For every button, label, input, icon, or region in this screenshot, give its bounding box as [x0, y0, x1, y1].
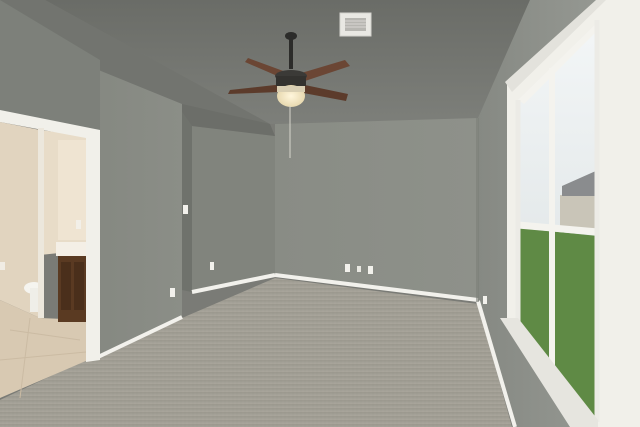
outlet-back-2: [368, 266, 373, 274]
cable-jack: [357, 266, 361, 272]
back-wall: [275, 118, 478, 300]
light-switch-alcove: [183, 205, 188, 214]
hvac-vent: [339, 12, 372, 37]
bathroom-doorway: [0, 110, 100, 399]
alcove-left-side: [182, 112, 192, 292]
wall-corner-shadow: [476, 118, 479, 302]
paper-holder: [0, 262, 5, 270]
alcove-back-wall: [192, 126, 275, 292]
outlet-back-1: [345, 264, 350, 272]
outlet-alcove: [210, 262, 214, 270]
bath-mirror-glow: [58, 140, 86, 240]
bedroom-photo: [0, 0, 640, 427]
outlet-right-wall: [483, 296, 487, 304]
vanity-countertop: [56, 242, 88, 256]
bath-light-switch: [76, 220, 81, 229]
outlet-left-wall: [170, 288, 175, 297]
